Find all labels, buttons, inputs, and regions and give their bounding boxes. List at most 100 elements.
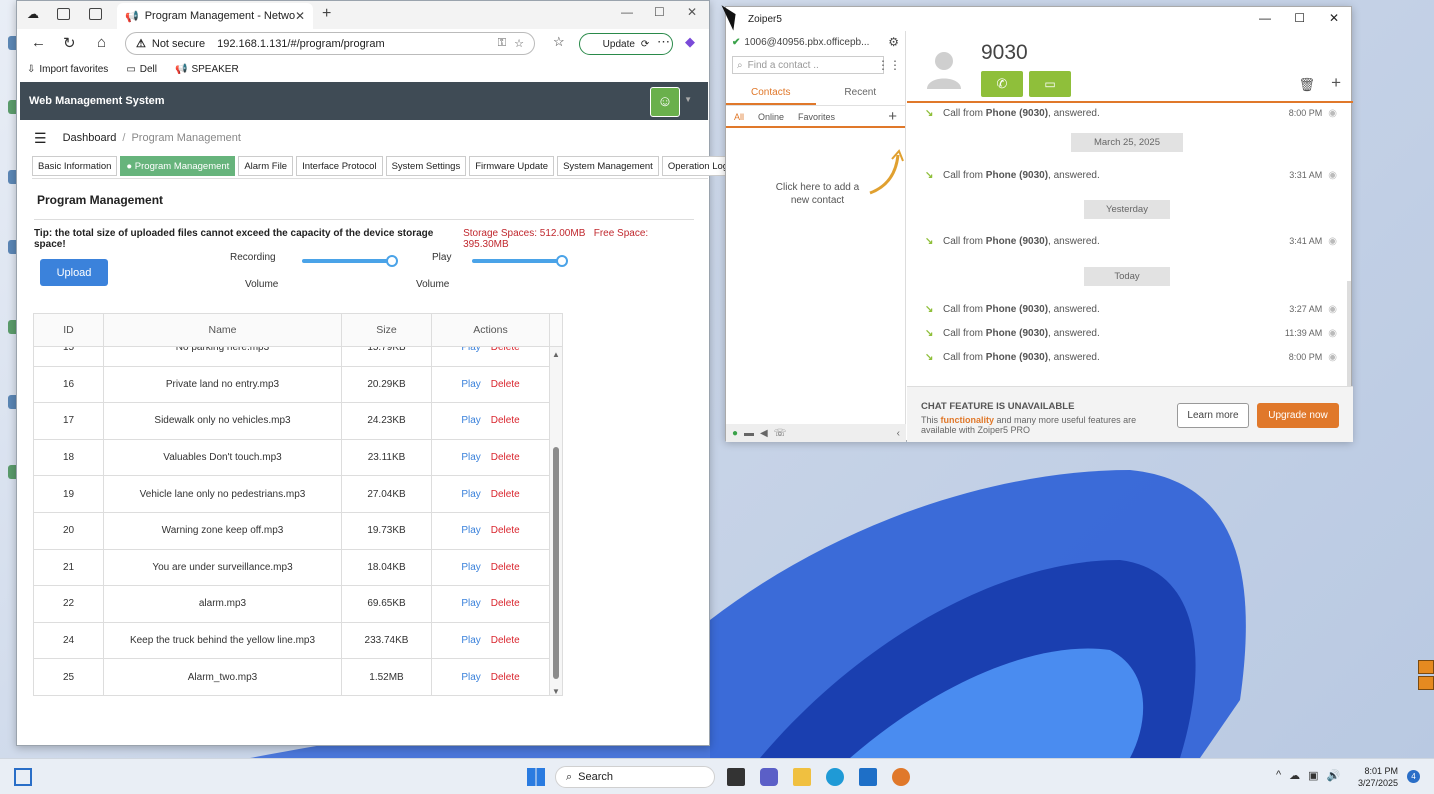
filter-online[interactable]: Online: [758, 112, 784, 126]
tab-contacts[interactable]: Contacts: [726, 82, 816, 105]
delete-button[interactable]: Delete: [491, 452, 520, 463]
play-button[interactable]: Play: [461, 489, 480, 500]
play-button[interactable]: Play: [461, 452, 480, 463]
teams-icon[interactable]: [760, 768, 778, 786]
upgrade-now-button[interactable]: Upgrade now: [1257, 403, 1339, 428]
delete-button[interactable]: Delete: [491, 347, 520, 353]
delete-button[interactable]: Delete: [491, 672, 520, 683]
play-button[interactable]: Play: [461, 635, 480, 646]
play-button[interactable]: Play: [461, 347, 480, 353]
add-icon[interactable]: +: [1331, 73, 1341, 93]
warning-icon[interactable]: ⚠: [136, 37, 146, 50]
tab-basic-information[interactable]: Basic Information: [32, 156, 118, 176]
play-button[interactable]: Play: [461, 379, 480, 390]
call-button[interactable]: ✆: [981, 71, 1023, 97]
call-log-entry[interactable]: ↘ Call from Phone (9030), answered. 3:27 A…: [925, 301, 1337, 317]
new-tab-button[interactable]: +: [322, 5, 331, 23]
keyboard-icon[interactable]: ▬: [744, 428, 754, 439]
upload-button[interactable]: Upload: [40, 259, 108, 286]
call-log-entry[interactable]: ↘ Call from Phone (9030), answered. 3:31 A…: [925, 167, 1337, 183]
trash-icon[interactable]: 🗑: [1298, 77, 1315, 93]
dialpad-icon[interactable]: ⋮⋮: [877, 58, 901, 72]
delete-button[interactable]: Delete: [491, 525, 520, 536]
call-log-entry[interactable]: ↘ Call from Phone (9030), answered. 11:39 …: [925, 325, 1337, 341]
file-explorer-icon[interactable]: [793, 768, 811, 786]
notification-badge[interactable]: 4: [1407, 770, 1420, 783]
breadcrumb-home[interactable]: Dashboard: [63, 132, 117, 144]
close-window-button[interactable]: ✕: [1329, 11, 1339, 25]
widgets-icon[interactable]: [14, 768, 32, 786]
delete-button[interactable]: Delete: [491, 635, 520, 646]
copilot-icon[interactable]: ◆: [685, 34, 695, 50]
close-window-button[interactable]: ✕: [687, 5, 697, 19]
recording-volume-handle[interactable]: [386, 255, 398, 267]
scroll-down-icon[interactable]: ▼: [552, 687, 560, 695]
delete-button[interactable]: Delete: [491, 379, 520, 390]
favorite-star-icon[interactable]: ☆: [514, 37, 524, 50]
filter-all[interactable]: All: [734, 112, 744, 126]
close-tab-icon[interactable]: ✕: [295, 9, 305, 23]
chevron-up-icon[interactable]: ^: [1276, 769, 1281, 782]
network-icon[interactable]: ▣: [1308, 769, 1318, 782]
favorites-icon[interactable]: ☆: [553, 34, 565, 50]
tab-program-management[interactable]: ● Program Management: [120, 156, 236, 176]
recording-volume-slider[interactable]: [302, 259, 392, 263]
home-button[interactable]: ⌂: [97, 34, 106, 51]
tab-system-management[interactable]: System Management: [557, 156, 659, 176]
taskbar-search[interactable]: ⌕ Search: [555, 766, 715, 788]
more-menu-icon[interactable]: ⋯: [657, 34, 670, 50]
not-secure-label[interactable]: Not secure: [152, 38, 205, 50]
tab-interface-protocol[interactable]: Interface Protocol: [296, 156, 383, 176]
maximize-button[interactable]: ☐: [1294, 11, 1305, 25]
tab-firmware-update[interactable]: Firmware Update: [469, 156, 555, 176]
zoiper-taskbar-icon[interactable]: [892, 768, 910, 786]
favorites-bar-item[interactable]: ⇩ Import favorites: [27, 64, 108, 75]
tab-recent[interactable]: Recent: [816, 82, 906, 105]
play-button[interactable]: Play: [461, 525, 480, 536]
play-button[interactable]: Play: [461, 562, 480, 573]
desktop-app-icon[interactable]: [1418, 676, 1434, 690]
favorites-bar-item[interactable]: 📢 SPEAKER: [175, 64, 239, 75]
play-button[interactable]: Play: [461, 672, 480, 683]
add-contact-hint[interactable]: Click here to add a new contact: [770, 181, 865, 207]
chevron-down-icon[interactable]: ▼: [684, 95, 692, 104]
edge-icon[interactable]: [826, 768, 844, 786]
collapse-icon[interactable]: ‹: [897, 428, 900, 439]
onedrive-icon[interactable]: ☁: [1289, 769, 1300, 782]
tab-alarm-file[interactable]: Alarm File: [238, 156, 294, 176]
speaker-icon[interactable]: ◀: [760, 428, 768, 439]
task-view-icon[interactable]: [727, 768, 745, 786]
start-icon[interactable]: [527, 768, 545, 786]
play-volume-handle[interactable]: [556, 255, 568, 267]
scroll-thumb[interactable]: [553, 447, 559, 679]
maximize-button[interactable]: ☐: [654, 5, 665, 19]
minimize-button[interactable]: —: [621, 5, 633, 19]
refresh-button[interactable]: ↻: [63, 34, 76, 52]
gear-icon[interactable]: ⚙: [888, 35, 899, 49]
call-log-entry[interactable]: ↘ Call from Phone (9030), answered. 8:00 P…: [925, 349, 1337, 365]
scroll-up-icon[interactable]: ▲: [552, 350, 560, 359]
play-button[interactable]: Play: [461, 598, 480, 609]
phone-icon[interactable]: ☏: [774, 428, 787, 439]
avatar[interactable]: ☺: [650, 87, 680, 117]
delete-button[interactable]: Delete: [491, 415, 520, 426]
delete-button[interactable]: Delete: [491, 489, 520, 500]
table-body[interactable]: 15 No parking here.mp3 15.79KB Play Delete 16…: [34, 347, 562, 695]
minimize-button[interactable]: —: [1259, 11, 1271, 25]
video-call-button[interactable]: ▭: [1029, 71, 1071, 97]
favorites-bar-item[interactable]: ▭ Dell: [126, 64, 157, 75]
volume-icon[interactable]: 🔊: [1327, 769, 1341, 782]
workspaces-icon[interactable]: [57, 8, 70, 20]
tab-system-settings[interactable]: System Settings: [385, 156, 467, 176]
status-ok-icon[interactable]: ●: [732, 428, 738, 439]
tab-operation-log[interactable]: Operation Log: [661, 156, 735, 176]
contact-search-input[interactable]: ⌕ Find a contact ..: [732, 56, 884, 74]
add-contact-icon[interactable]: +: [888, 108, 897, 125]
menu-toggle-icon[interactable]: ☰: [34, 130, 47, 147]
call-log-entry[interactable]: ↘ Call from Phone (9030), answered. 8:00 P…: [925, 105, 1337, 121]
account-row[interactable]: ✔ 1006@40956.pbx.officepb... ⚙: [726, 31, 905, 53]
play-button[interactable]: Play: [461, 415, 480, 426]
url-text[interactable]: 192.168.1.131/#/program/program: [217, 38, 490, 50]
back-button[interactable]: ←: [31, 34, 46, 51]
filter-favorites[interactable]: Favorites: [798, 112, 835, 126]
